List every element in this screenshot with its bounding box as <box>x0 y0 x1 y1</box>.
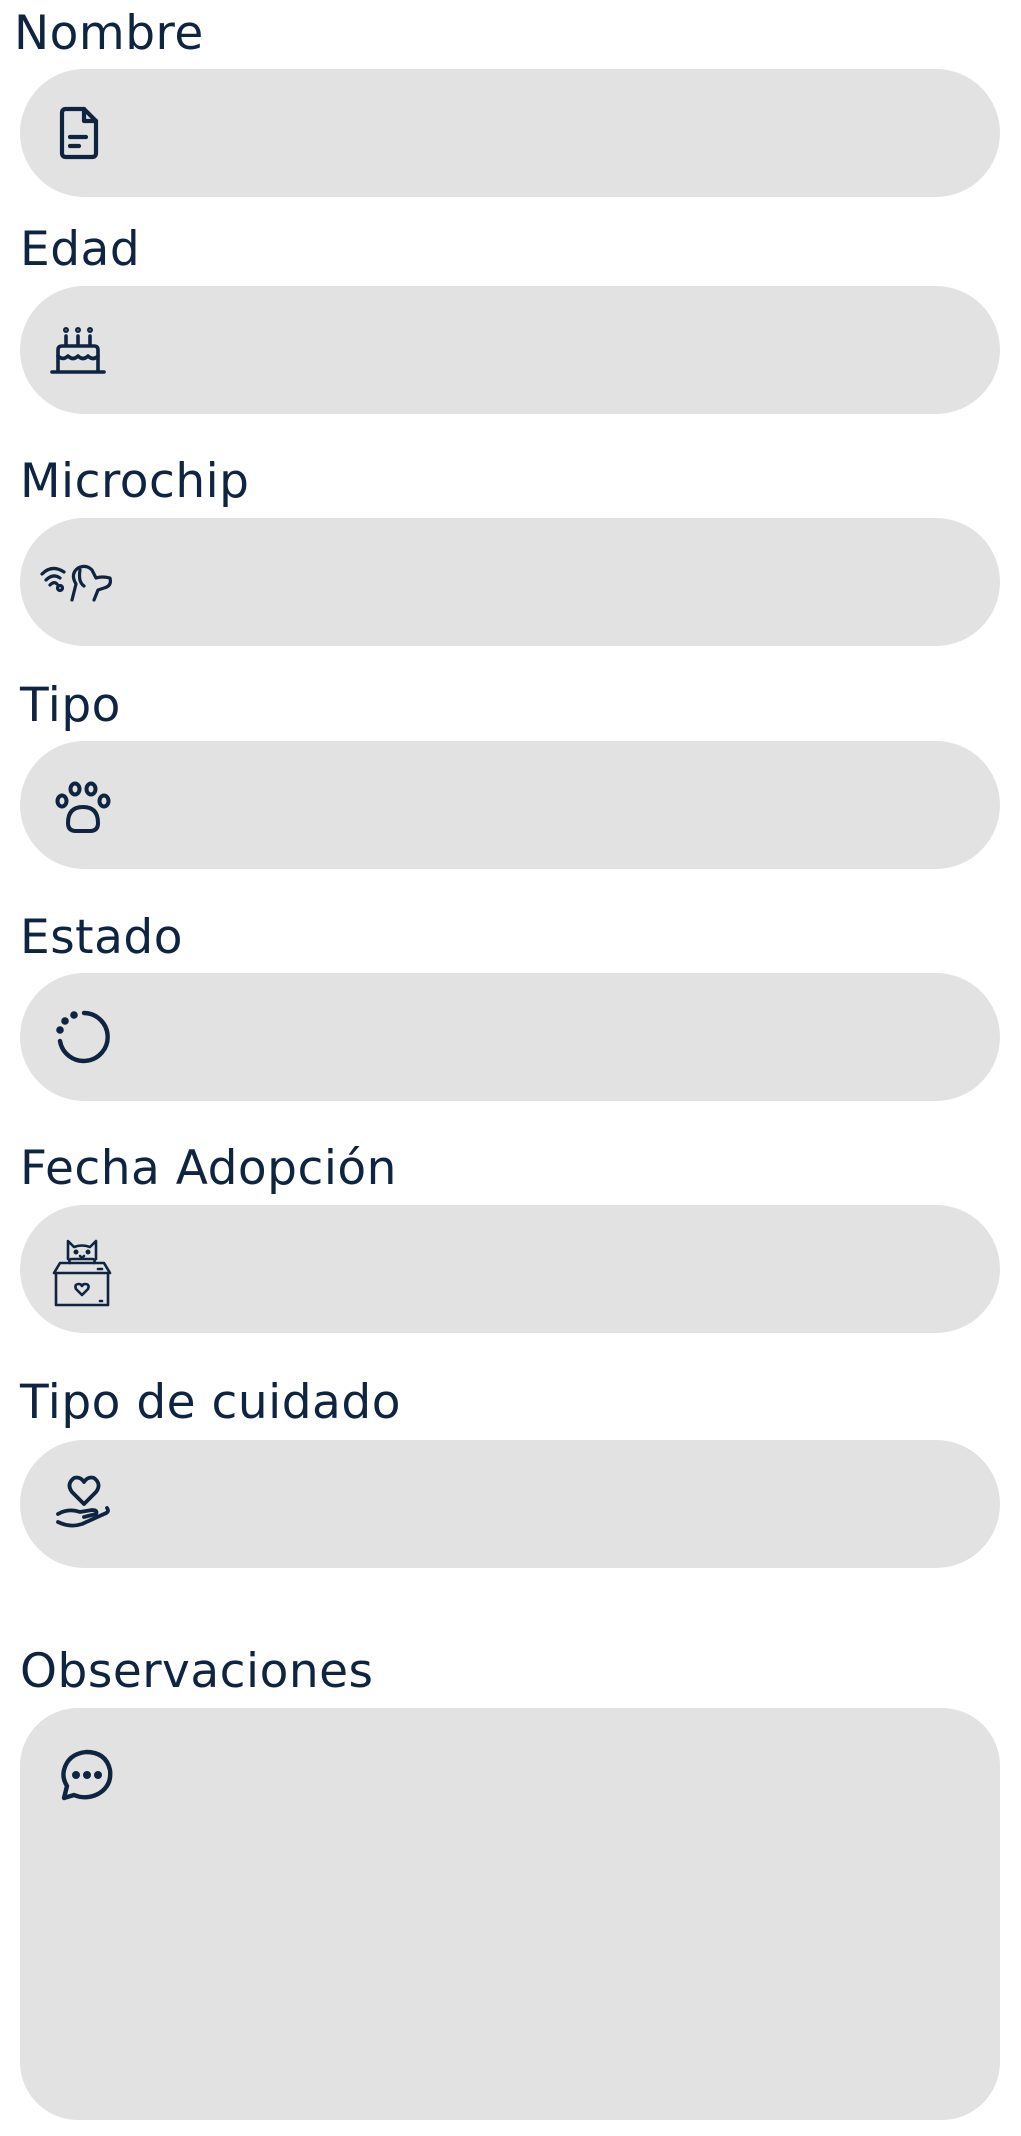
tipo-cuidado-field[interactable] <box>20 1440 1000 1568</box>
microchip-label: Microchip <box>20 454 250 509</box>
edad-label: Edad <box>20 222 141 277</box>
nombre-field[interactable] <box>20 69 1000 197</box>
microchip-dog-icon <box>38 552 118 616</box>
chat-bubble-icon <box>54 1744 118 1808</box>
tipo-field[interactable] <box>20 741 1000 869</box>
loading-circle-icon <box>50 1005 114 1069</box>
file-text-icon <box>46 101 110 165</box>
nombre-label: Nombre <box>14 6 204 61</box>
estado-field[interactable] <box>20 973 1000 1101</box>
heart-hand-icon <box>52 1470 116 1534</box>
fecha-adopcion-field[interactable] <box>20 1205 1000 1333</box>
tipo-label: Tipo <box>20 678 121 733</box>
microchip-field[interactable] <box>20 518 1000 646</box>
paw-icon <box>54 777 118 841</box>
edad-input[interactable] <box>150 286 940 414</box>
estado-label: Estado <box>20 910 184 965</box>
edad-field[interactable] <box>20 286 1000 414</box>
nombre-input[interactable] <box>150 69 940 197</box>
tipo-input[interactable] <box>150 741 940 869</box>
observaciones-field[interactable] <box>20 1708 1000 2120</box>
fecha-adopcion-input[interactable] <box>150 1205 940 1333</box>
cake-icon <box>46 318 110 382</box>
observaciones-label: Observaciones <box>20 1644 374 1699</box>
observaciones-textarea[interactable] <box>150 1744 940 2084</box>
tipo-cuidado-input[interactable] <box>150 1440 940 1568</box>
tipo-cuidado-label: Tipo de cuidado <box>20 1375 401 1430</box>
cat-adoption-box-icon <box>48 1227 116 1311</box>
estado-input[interactable] <box>150 973 940 1101</box>
microchip-input[interactable] <box>150 518 940 646</box>
fecha-adopcion-label: Fecha Adopción <box>20 1141 397 1196</box>
